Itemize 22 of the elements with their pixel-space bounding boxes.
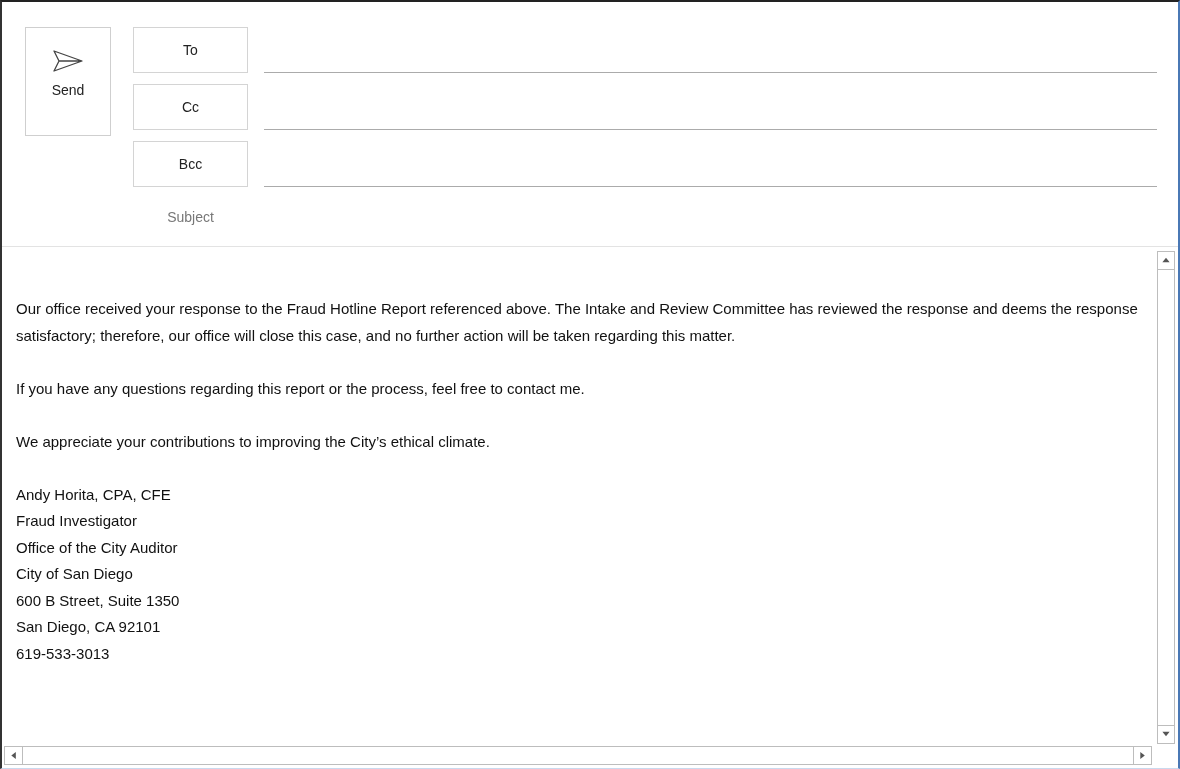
signature-line: Office of the City Auditor [16,537,179,558]
recipient-button[interactable]: Cc [133,84,248,130]
subject-label: Subject [166,209,215,225]
signature-line: 619-533-3013 [16,643,111,664]
body-paragraph: Our office received your response to the Fraud Hotline Report referenced above. The Intake and Review Committee has reviewed the response and deems the response satisfactory; therefore, our office will close this case, and no further action will be taken regarding this matter. [16,299,1139,346]
signature-line: San Diego, CA 92101 [16,617,162,637]
send-button[interactable]: Send [25,27,111,136]
signature-line: Fraud Investigator [16,511,138,531]
scroll-down-icon[interactable] [1161,730,1171,739]
recipient-button[interactable]: Bcc [133,141,248,187]
vertical-scrollbar[interactable] [1157,251,1175,744]
signature-line: 600 B Street, Suite 1350 [16,590,181,611]
signature-line: City of San Diego [16,564,134,584]
signature-line: Andy Horita, CPA, CFE [16,484,172,505]
body-paragraph: If you have any questions regarding this report or the process, feel free to contact me. [16,378,586,399]
send-icon [53,50,83,72]
horizontal-scrollbar[interactable] [4,746,1152,765]
scroll-left-icon[interactable] [8,751,19,760]
recipient-button[interactable]: To [133,27,248,73]
scroll-up-icon[interactable] [1161,256,1171,265]
body-paragraph: We appreciate your contributions to improving the City’s ethical climate. [16,431,491,452]
scroll-right-icon[interactable] [1137,751,1148,760]
